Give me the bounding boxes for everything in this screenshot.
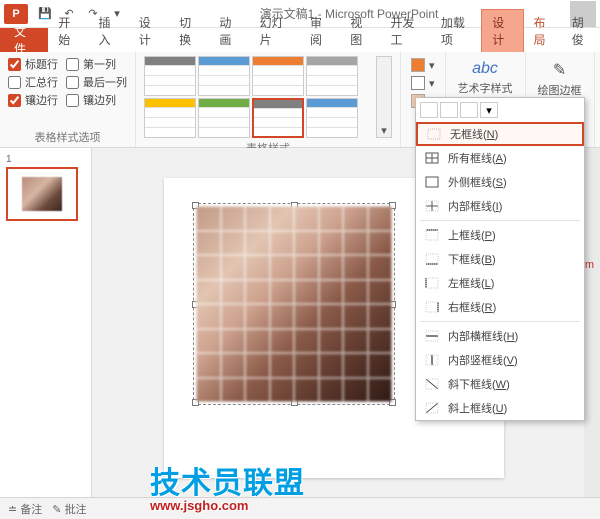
app-icon: P	[4, 4, 28, 24]
dd-diagonal-up[interactable]: 斜上框线(U)	[416, 396, 584, 420]
slide-thumb-1[interactable]	[6, 167, 78, 221]
opt-banded-col[interactable]: 镶边列	[66, 92, 127, 108]
table-options: 标题行 第一列 汇总行 最后一列 镶边行 镶边列	[8, 56, 127, 108]
border-mini[interactable]	[460, 102, 478, 118]
tab-transitions[interactable]: 切换	[169, 10, 209, 52]
dd-label: 下框线(B)	[448, 251, 496, 267]
dd-label: 斜上框线(U)	[448, 400, 507, 416]
all-borders-icon	[424, 151, 440, 165]
dd-no-border[interactable]: 无框线(N)	[416, 122, 584, 146]
inside-h-icon	[424, 329, 440, 343]
vertical-scrollbar[interactable]	[584, 148, 600, 497]
dd-inside-horizontal[interactable]: 内部横框线(H)	[416, 324, 584, 348]
menu-separator	[420, 220, 580, 221]
dd-right-border[interactable]: 右框线(R)	[416, 295, 584, 319]
tab-developer[interactable]: 开发工	[381, 10, 431, 52]
tab-animations[interactable]: 动画	[209, 10, 249, 52]
table-style-gallery[interactable]	[144, 56, 376, 138]
dd-top-border[interactable]: 上框线(P)	[416, 223, 584, 247]
tab-ctx-design[interactable]: 设计	[481, 9, 523, 52]
inside-border-icon	[424, 199, 440, 213]
status-bar: ≐ 备注 ✎ 批注	[0, 497, 600, 519]
style-thumb[interactable]	[144, 56, 196, 96]
dd-label: 内部框线(I)	[448, 198, 502, 214]
menu-separator	[420, 321, 580, 322]
dd-all-borders[interactable]: 所有框线(A)	[416, 146, 584, 170]
dd-label: 内部横框线(H)	[448, 328, 518, 344]
opt-header-row[interactable]: 标题行	[8, 56, 58, 72]
group-label-options: 表格样式选项	[8, 127, 127, 145]
table-grid-image	[196, 206, 392, 402]
selected-table[interactable]	[196, 206, 392, 402]
tab-insert[interactable]: 插入	[89, 10, 129, 52]
outside-border-icon	[424, 175, 440, 189]
borders-dropdown: ▾ 无框线(N) 所有框线(A) 外侧框线(S) 内部框线(I) 上框线(P) …	[415, 97, 585, 421]
slide-panel[interactable]: 1	[0, 148, 92, 497]
no-border-icon	[426, 127, 442, 141]
tab-view[interactable]: 视图	[340, 10, 380, 52]
gallery-more[interactable]: ▾	[376, 56, 392, 138]
dd-inside-vertical[interactable]: 内部竖框线(V)	[416, 348, 584, 372]
opt-last-col[interactable]: 最后一列	[66, 74, 127, 90]
border-mini[interactable]	[440, 102, 458, 118]
tab-review[interactable]: 审阅	[300, 10, 340, 52]
tab-design[interactable]: 设计	[129, 10, 169, 52]
dd-bottom-border[interactable]: 下框线(B)	[416, 247, 584, 271]
group-table-style-options: 标题行 第一列 汇总行 最后一列 镶边行 镶边列 表格样式选项	[0, 52, 136, 147]
diag-down-icon	[424, 377, 440, 391]
shading-button[interactable]: ▾	[407, 56, 439, 74]
right-border-icon	[424, 300, 440, 314]
style-thumb[interactable]	[252, 56, 304, 96]
style-thumb[interactable]	[144, 98, 196, 138]
dd-left-border[interactable]: 左框线(L)	[416, 271, 584, 295]
dd-label: 上框线(P)	[448, 227, 496, 243]
notes-button[interactable]: ≐ 备注	[8, 501, 42, 517]
left-border-icon	[424, 276, 440, 290]
group-table-styles: ▾ 表格样式	[136, 52, 401, 147]
diag-up-icon	[424, 401, 440, 415]
opt-banded-row[interactable]: 镶边行	[8, 92, 58, 108]
wordart-icon: abc	[472, 60, 498, 78]
dd-outside-borders[interactable]: 外侧框线(S)	[416, 170, 584, 194]
draw-border-button[interactable]: ✎ 绘图边框	[534, 56, 586, 102]
inside-v-icon	[424, 353, 440, 367]
username[interactable]: 胡俊	[564, 10, 600, 52]
thumb-image	[22, 177, 62, 211]
dd-label: 无框线(N)	[450, 126, 498, 142]
style-thumb[interactable]	[198, 98, 250, 138]
style-thumb[interactable]	[306, 98, 358, 138]
tab-addins[interactable]: 加载项	[431, 10, 481, 52]
dd-label: 内部竖框线(V)	[448, 352, 518, 368]
top-border-icon	[424, 228, 440, 242]
dd-label: 右框线(R)	[448, 299, 496, 315]
opt-first-col[interactable]: 第一列	[66, 56, 127, 72]
dd-inside-borders[interactable]: 内部框线(I)	[416, 194, 584, 218]
dd-diagonal-down[interactable]: 斜下框线(W)	[416, 372, 584, 396]
slide-number: 1	[6, 154, 85, 165]
tab-slideshow[interactable]: 幻灯片	[250, 10, 300, 52]
tab-file[interactable]: 文件	[0, 28, 48, 52]
style-thumb[interactable]	[198, 56, 250, 96]
comments-button[interactable]: ✎ 批注	[52, 501, 86, 517]
borders-button[interactable]: ▾	[407, 74, 439, 92]
dd-label: 斜下框线(W)	[448, 376, 510, 392]
tab-home[interactable]: 开始	[48, 10, 88, 52]
dd-label: 所有框线(A)	[448, 150, 507, 166]
pen-icon: ✎	[553, 60, 566, 80]
tab-ctx-layout[interactable]: 布局	[524, 10, 564, 52]
opt-total-row[interactable]: 汇总行	[8, 74, 58, 90]
border-mini[interactable]	[420, 102, 438, 118]
style-thumb[interactable]	[252, 98, 304, 138]
dd-label: 外侧框线(S)	[448, 174, 507, 190]
wordart-button[interactable]: abc 艺术字样式	[454, 56, 517, 100]
bottom-border-icon	[424, 252, 440, 266]
dd-label: 左框线(L)	[448, 275, 494, 291]
ribbon-tabs: 文件 开始 插入 设计 切换 动画 幻灯片 审阅 视图 开发工 加载项 设计 布…	[0, 28, 600, 52]
style-thumb[interactable]	[306, 56, 358, 96]
border-color-row: ▾	[416, 98, 584, 122]
border-mini[interactable]: ▾	[480, 102, 498, 118]
